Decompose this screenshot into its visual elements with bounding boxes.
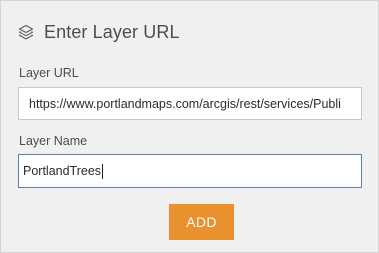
layer-name-input[interactable]: PortlandTrees [18,154,362,188]
text-cursor [102,163,104,179]
layer-url-value: https://www.portlandmaps.com/arcgis/rest… [29,96,341,111]
panel-header: Enter Layer URL [17,19,180,45]
layer-url-label: Layer URL [19,66,79,80]
layer-name-value: PortlandTrees [23,164,102,178]
add-button[interactable]: ADD [169,204,234,240]
enter-layer-url-panel: Enter Layer URL Layer URL https://www.po… [0,0,379,253]
layer-url-input[interactable]: https://www.portlandmaps.com/arcgis/rest… [18,87,362,120]
layers-icon [17,23,35,41]
panel-title: Enter Layer URL [44,21,180,42]
layer-name-label: Layer Name [19,134,88,148]
